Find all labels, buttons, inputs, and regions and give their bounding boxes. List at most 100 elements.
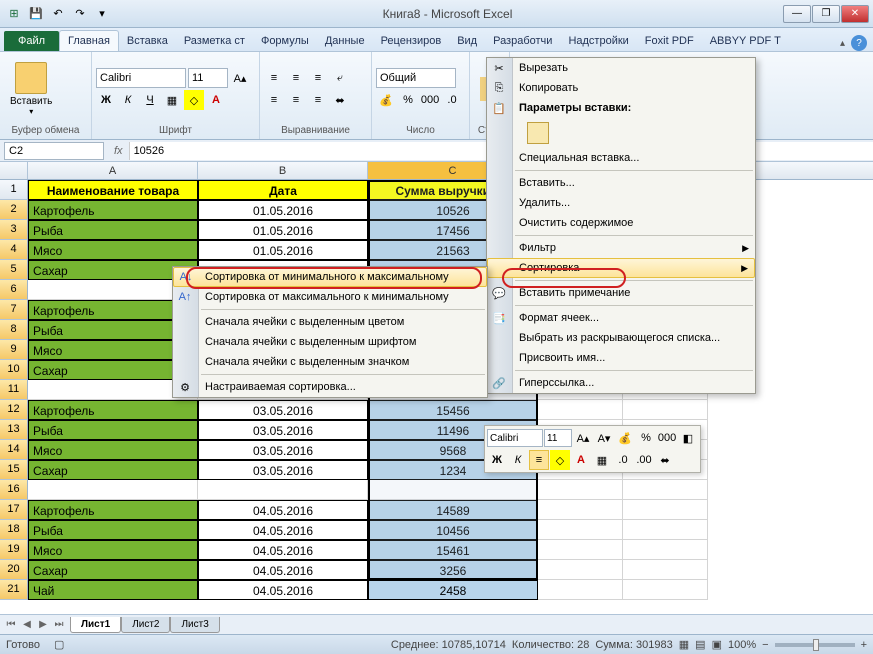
- mini-font-combo[interactable]: [487, 429, 543, 447]
- cell[interactable]: [623, 560, 708, 580]
- row-header[interactable]: 13: [0, 420, 28, 440]
- currency-icon[interactable]: 💰: [376, 90, 396, 110]
- tab-formulas[interactable]: Формулы: [253, 31, 317, 51]
- cell[interactable]: Картофель: [28, 400, 198, 420]
- inc-decimal-icon[interactable]: .0: [442, 90, 462, 110]
- tab-review[interactable]: Рецензиров: [373, 31, 450, 51]
- menu-sort-asc[interactable]: A↓Сортировка от минимального к максималь…: [173, 267, 487, 287]
- save-icon[interactable]: 💾: [26, 4, 46, 24]
- tab-insert[interactable]: Вставка: [119, 31, 176, 51]
- bold-icon[interactable]: Ж: [96, 90, 116, 110]
- mini-bold-icon[interactable]: Ж: [487, 450, 507, 470]
- cell[interactable]: Сахар: [28, 560, 198, 580]
- cell[interactable]: 03.05.2016: [198, 440, 368, 460]
- zoom-out-icon[interactable]: −: [762, 639, 768, 651]
- tab-developer[interactable]: Разработчи: [485, 31, 560, 51]
- row-header[interactable]: 16: [0, 480, 28, 500]
- menu-delete[interactable]: Удалить...: [487, 193, 755, 213]
- maximize-button[interactable]: ❐: [812, 5, 840, 23]
- tab-abbyy[interactable]: ABBYY PDF T: [702, 31, 789, 51]
- sheet-tab-2[interactable]: Лист2: [121, 617, 170, 633]
- cell[interactable]: Наименование товара: [28, 180, 198, 200]
- cell[interactable]: 15461: [368, 540, 538, 560]
- cell[interactable]: [538, 480, 623, 500]
- mini-shrink-icon[interactable]: A▾: [594, 428, 614, 448]
- fill-color-icon[interactable]: ◇: [184, 90, 204, 110]
- qat-more-icon[interactable]: ▾: [92, 4, 112, 24]
- ribbon-min-icon[interactable]: ▴: [840, 38, 845, 49]
- sheet-tab-3[interactable]: Лист3: [170, 617, 219, 633]
- align-top-icon[interactable]: ≡: [264, 68, 284, 88]
- row-header[interactable]: 3: [0, 220, 28, 240]
- cell[interactable]: [623, 580, 708, 600]
- menu-cut[interactable]: ✂Вырезать: [487, 58, 755, 78]
- align-left-icon[interactable]: ≡: [264, 90, 284, 110]
- row-header[interactable]: 10: [0, 360, 28, 380]
- cell[interactable]: Мясо: [28, 440, 198, 460]
- cell[interactable]: Мясо: [28, 540, 198, 560]
- cell[interactable]: Рыба: [28, 520, 198, 540]
- sheet-tab-1[interactable]: Лист1: [70, 617, 121, 633]
- menu-copy[interactable]: ⎘Копировать: [487, 78, 755, 98]
- merge-icon[interactable]: ⬌: [330, 90, 350, 110]
- cell[interactable]: Дата: [198, 180, 368, 200]
- font-color-icon[interactable]: A: [206, 90, 226, 110]
- excel-icon[interactable]: ⊞: [4, 4, 24, 24]
- tab-addins[interactable]: Надстройки: [560, 31, 636, 51]
- cell[interactable]: 01.05.2016: [198, 200, 368, 220]
- view-layout-icon[interactable]: ▤: [695, 638, 705, 651]
- mini-currency-icon[interactable]: 💰: [615, 428, 635, 448]
- cell[interactable]: Мясо: [28, 240, 198, 260]
- tab-home[interactable]: Главная: [59, 30, 119, 51]
- border-icon[interactable]: ▦: [162, 90, 182, 110]
- cell[interactable]: 2458: [368, 580, 538, 600]
- sheet-next-icon[interactable]: ▶: [36, 619, 50, 630]
- cell[interactable]: [623, 400, 708, 420]
- menu-sort-color[interactable]: Сначала ячейки с выделенным цветом: [173, 312, 487, 332]
- cell[interactable]: Чай: [28, 580, 198, 600]
- cell[interactable]: 15456: [368, 400, 538, 420]
- paste-button[interactable]: Вставить ▾: [4, 60, 58, 118]
- cell[interactable]: [623, 480, 708, 500]
- row-header[interactable]: 12: [0, 400, 28, 420]
- menu-filter[interactable]: Фильтр▶: [487, 238, 755, 258]
- menu-comment[interactable]: 💬Вставить примечание: [487, 283, 755, 303]
- menu-sort[interactable]: Сортировка▶: [487, 258, 755, 278]
- select-all-corner[interactable]: [0, 162, 28, 179]
- cell[interactable]: Картофель: [28, 200, 198, 220]
- mini-size-combo[interactable]: [544, 429, 572, 447]
- mini-format-icon[interactable]: ◧: [678, 428, 698, 448]
- row-header[interactable]: 15: [0, 460, 28, 480]
- cell[interactable]: Картофель: [28, 500, 198, 520]
- align-bot-icon[interactable]: ≡: [308, 68, 328, 88]
- mini-merge-icon[interactable]: ⬌: [655, 450, 675, 470]
- redo-icon[interactable]: ↷: [70, 4, 90, 24]
- cell[interactable]: [538, 400, 623, 420]
- cell[interactable]: 03.05.2016: [198, 460, 368, 480]
- cell[interactable]: 14589: [368, 500, 538, 520]
- row-header[interactable]: 9: [0, 340, 28, 360]
- row-header[interactable]: 1: [0, 180, 28, 200]
- cell[interactable]: [198, 480, 368, 500]
- menu-hyperlink[interactable]: 🔗Гиперссылка...: [487, 373, 755, 393]
- align-mid-icon[interactable]: ≡: [286, 68, 306, 88]
- mini-inc-icon[interactable]: .00: [634, 450, 654, 470]
- file-tab[interactable]: Файл: [4, 31, 59, 51]
- menu-sort-icon[interactable]: Сначала ячейки с выделенным значком: [173, 352, 487, 372]
- sheet-prev-icon[interactable]: ◀: [20, 619, 34, 630]
- mini-dec-icon[interactable]: .0: [613, 450, 633, 470]
- cell[interactable]: [538, 540, 623, 560]
- col-header-b[interactable]: B: [198, 162, 368, 179]
- status-macro-icon[interactable]: ▢: [54, 638, 64, 651]
- row-header[interactable]: 17: [0, 500, 28, 520]
- menu-insert[interactable]: Вставить...: [487, 173, 755, 193]
- row-header[interactable]: 18: [0, 520, 28, 540]
- undo-icon[interactable]: ↶: [48, 4, 68, 24]
- cell[interactable]: 3256: [368, 560, 538, 580]
- col-header-a[interactable]: A: [28, 162, 198, 179]
- font-size-combo[interactable]: [188, 68, 228, 88]
- tab-layout[interactable]: Разметка ст: [176, 31, 253, 51]
- mini-fill-icon[interactable]: ◇: [550, 450, 570, 470]
- mini-percent-icon[interactable]: %: [636, 428, 656, 448]
- mini-italic-icon[interactable]: К: [508, 450, 528, 470]
